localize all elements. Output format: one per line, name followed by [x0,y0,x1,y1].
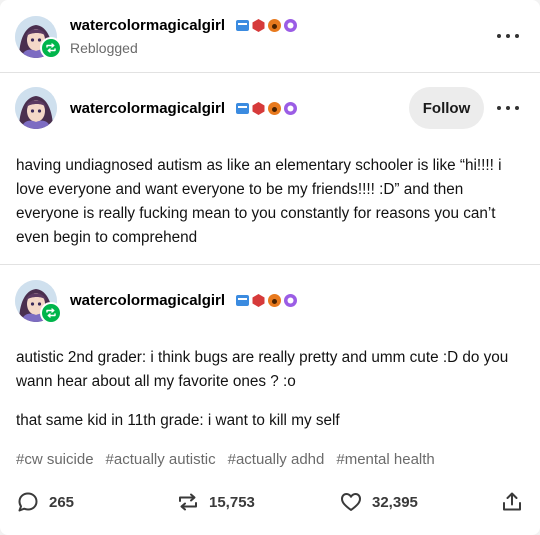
reblog-icon [46,308,56,318]
follow-button[interactable]: Follow [409,87,484,129]
reblogged-label: Reblogged [70,40,138,56]
original-poster-username[interactable]: watercolormagicalgirl [70,100,225,117]
more-options-icon[interactable] [497,28,519,44]
tag-link[interactable]: #actually autistic [106,451,216,468]
purple-badge-icon [284,19,297,32]
red-badge-icon [252,102,265,115]
heart-icon [341,493,361,511]
reblog-paragraph: autistic 2nd grader: i think bugs are re… [16,349,509,390]
reblog-button[interactable]: 15,753 [176,490,255,514]
reply-icon [18,492,38,512]
blue-badge-icon [236,103,249,114]
avatar[interactable] [15,87,57,129]
paw-badge-icon [268,294,281,307]
reply-count: 265 [49,493,75,511]
divider [0,72,540,73]
reblog-paragraph: that same kid in 11th grade: i want to k… [16,412,340,429]
like-count: 32,395 [372,493,418,511]
purple-badge-icon [284,102,297,115]
reblog-badge [40,37,62,59]
paw-badge-icon [268,19,281,32]
paw-badge-icon [268,102,281,115]
reblog-icon [46,43,56,53]
reblog-count: 15,753 [209,493,255,511]
reblog-badge [40,302,62,324]
reblogger-username[interactable]: watercolormagicalgirl [70,17,225,34]
red-badge-icon [252,294,265,307]
original-post-text: having undiagnosed autism as like an ele… [16,157,502,246]
blue-badge-icon [236,295,249,306]
user-badges [235,101,298,116]
like-button[interactable]: 32,395 [339,490,418,514]
reply-button[interactable]: 265 [16,490,74,514]
share-button[interactable] [500,490,524,514]
more-options-icon[interactable] [497,100,519,116]
share-icon [503,492,521,511]
post-card: watercolormagicalgirl Reblogged watercol… [0,0,540,535]
tag-link[interactable]: #mental health [336,451,434,468]
tag-link[interactable]: #cw suicide [16,451,94,468]
reblogger-username[interactable]: watercolormagicalgirl [70,292,225,309]
tag-link[interactable]: #actually adhd [228,451,325,468]
tag-list: #cw suicide #actually autistic #actually… [16,451,435,468]
red-badge-icon [252,19,265,32]
blue-badge-icon [236,20,249,31]
purple-badge-icon [284,294,297,307]
reblog-count-icon [179,493,197,511]
user-badges [235,18,298,33]
divider [0,264,540,265]
user-badges [235,293,298,308]
